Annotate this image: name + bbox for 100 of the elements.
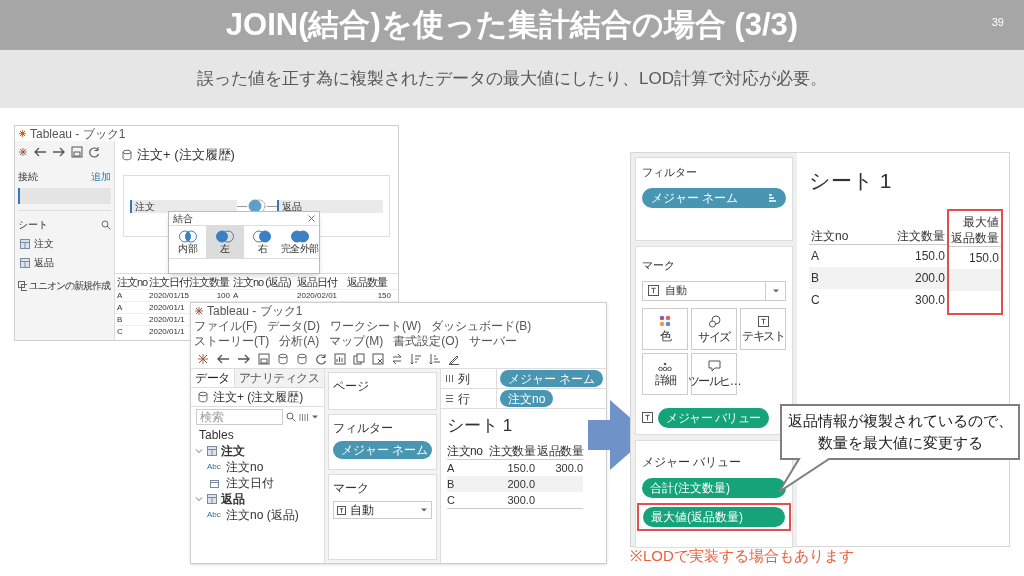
new-union-link[interactable]: ユニオンの新規作成 (29, 278, 110, 293)
menu-item[interactable]: マップ(M) (329, 334, 384, 349)
table-cell-text: 2020/01/1 (149, 301, 186, 314)
field-name[interactable]: 注文日付 (226, 475, 274, 491)
clear-sheet-icon[interactable] (372, 352, 384, 365)
sheet-item[interactable]: 注文 (34, 236, 54, 251)
data-source-name[interactable]: 注文+ (注文履歴) (213, 388, 304, 406)
search-icon[interactable] (101, 219, 111, 230)
new-data-source-icon[interactable] (277, 352, 289, 365)
add-link[interactable]: 追加 (91, 169, 111, 184)
rows-icon (445, 394, 454, 403)
section-label: Tables (198, 427, 235, 443)
size-circles-icon (707, 314, 721, 328)
refresh-icon[interactable] (88, 146, 100, 158)
tab[interactable]: アナリティクス (234, 369, 324, 387)
view-toggle-icon[interactable] (299, 412, 308, 422)
table-cell-text: C (447, 493, 456, 508)
table-cell-text: 100 (215, 289, 231, 302)
save-icon[interactable] (71, 146, 83, 158)
caret-icon[interactable] (420, 507, 428, 513)
back-arrow-icon[interactable] (216, 352, 230, 365)
refresh-icon[interactable] (315, 352, 327, 365)
database-icon[interactable] (121, 149, 133, 161)
swap-icon[interactable] (391, 352, 403, 365)
text-t-icon (757, 315, 769, 327)
table-cell-text: 150.0 (913, 248, 946, 265)
table-bar[interactable]: 返品 (276, 199, 383, 213)
back-arrow-icon[interactable] (33, 146, 47, 158)
callout-text: 返品情報が複製されているので、 (787, 411, 1013, 431)
forward-arrow-icon[interactable] (237, 352, 251, 365)
marks-button[interactable]: テキスト (740, 307, 786, 350)
column-header: 最大値 (963, 214, 999, 230)
forward-arrow-icon[interactable] (52, 146, 66, 158)
table-cell-text: A (117, 301, 124, 314)
column-header: 注文日付 (149, 275, 189, 289)
marks-button[interactable]: 詳細 (642, 352, 688, 395)
menu-item[interactable]: サーバー (468, 334, 517, 349)
join-type-option[interactable]: 左 (206, 226, 244, 258)
join-type-option[interactable]: 内部 (169, 226, 207, 258)
menu-item[interactable]: データ(D) (267, 319, 320, 334)
pause-data-icon[interactable] (296, 352, 308, 365)
search-icon[interactable] (286, 412, 296, 422)
search-field[interactable]: 検索 (196, 409, 283, 425)
mark-type-dropdown[interactable]: 自動 (333, 501, 432, 519)
table-cell-text: C (810, 292, 821, 309)
table-cell-text: 300.0 (913, 292, 946, 309)
logo-icon (18, 129, 27, 138)
table-cell: B (809, 267, 877, 289)
text-t-icon (642, 412, 653, 423)
connection-item[interactable] (18, 188, 111, 204)
venn-diagram-icon (290, 230, 310, 243)
data-type-label: Abc (207, 461, 222, 473)
section-label: シート (18, 218, 48, 232)
button-label: テキスト (742, 329, 784, 342)
duplicate-icon[interactable] (353, 352, 365, 365)
data-source-icon[interactable] (197, 391, 209, 403)
sheet-item[interactable]: 返品 (34, 255, 54, 270)
join-icon[interactable] (246, 199, 267, 213)
table-cell-text: A (233, 289, 240, 302)
save-icon[interactable] (258, 352, 270, 365)
menu-item[interactable]: 分析(A) (279, 334, 320, 349)
section-label: 接続 (18, 170, 38, 184)
table-cell-text: B (117, 313, 124, 326)
sort-icon (768, 193, 777, 202)
sheet-title: シート 1 (447, 415, 514, 437)
row-stripe (949, 269, 1001, 291)
field-name[interactable]: 注文no (返品) (226, 507, 299, 523)
tab[interactable]: データ (191, 369, 235, 387)
mark-type-dropdown[interactable]: 自動 (642, 280, 786, 301)
table-bar[interactable]: 注文 (130, 199, 237, 213)
table-name[interactable]: 注文 (221, 443, 245, 459)
logo-icon (197, 352, 209, 365)
menu-item[interactable]: ダッシュボード(B) (431, 319, 532, 334)
marks-button[interactable]: 色 (642, 307, 688, 350)
slide-title: JOIN(結合)を使った集計結合の場合 (3/3) (225, 5, 799, 44)
table-cell-text: 300.0 (554, 461, 583, 476)
table-icon (207, 446, 217, 456)
menu-item[interactable]: 書式設定(O) (393, 334, 459, 349)
table-cell-text: B (447, 477, 456, 492)
card-label: フィルター (642, 165, 698, 180)
caret-icon[interactable] (772, 287, 780, 294)
option-label: 右 (257, 244, 268, 254)
table-cell-text: 300.0 (506, 493, 535, 508)
speech-bubble-icon (707, 360, 721, 372)
table-name[interactable]: 返品 (221, 491, 245, 507)
close-icon[interactable] (308, 215, 315, 222)
menu-item[interactable]: ファイル(F) (194, 319, 258, 334)
menu-item[interactable]: ストーリー(T) (194, 334, 270, 349)
join-type-option[interactable]: 右 (243, 226, 281, 258)
join-type-option[interactable]: 完全外部 (281, 226, 319, 258)
table-cell-text: 200.0 (506, 477, 535, 492)
column-header: 返品日付 (297, 275, 339, 289)
table-icon (20, 238, 30, 249)
caret-icon[interactable] (311, 414, 319, 420)
field-name[interactable]: 注文no (226, 459, 264, 475)
menu-item[interactable]: ワークシート(W) (330, 319, 422, 334)
marks-button[interactable]: サイズ (691, 307, 737, 350)
new-worksheet-icon[interactable] (334, 352, 346, 365)
table-cell-text: 2020/01/1 (149, 325, 186, 338)
table-cell-text: 2020/02/01 (297, 289, 339, 302)
